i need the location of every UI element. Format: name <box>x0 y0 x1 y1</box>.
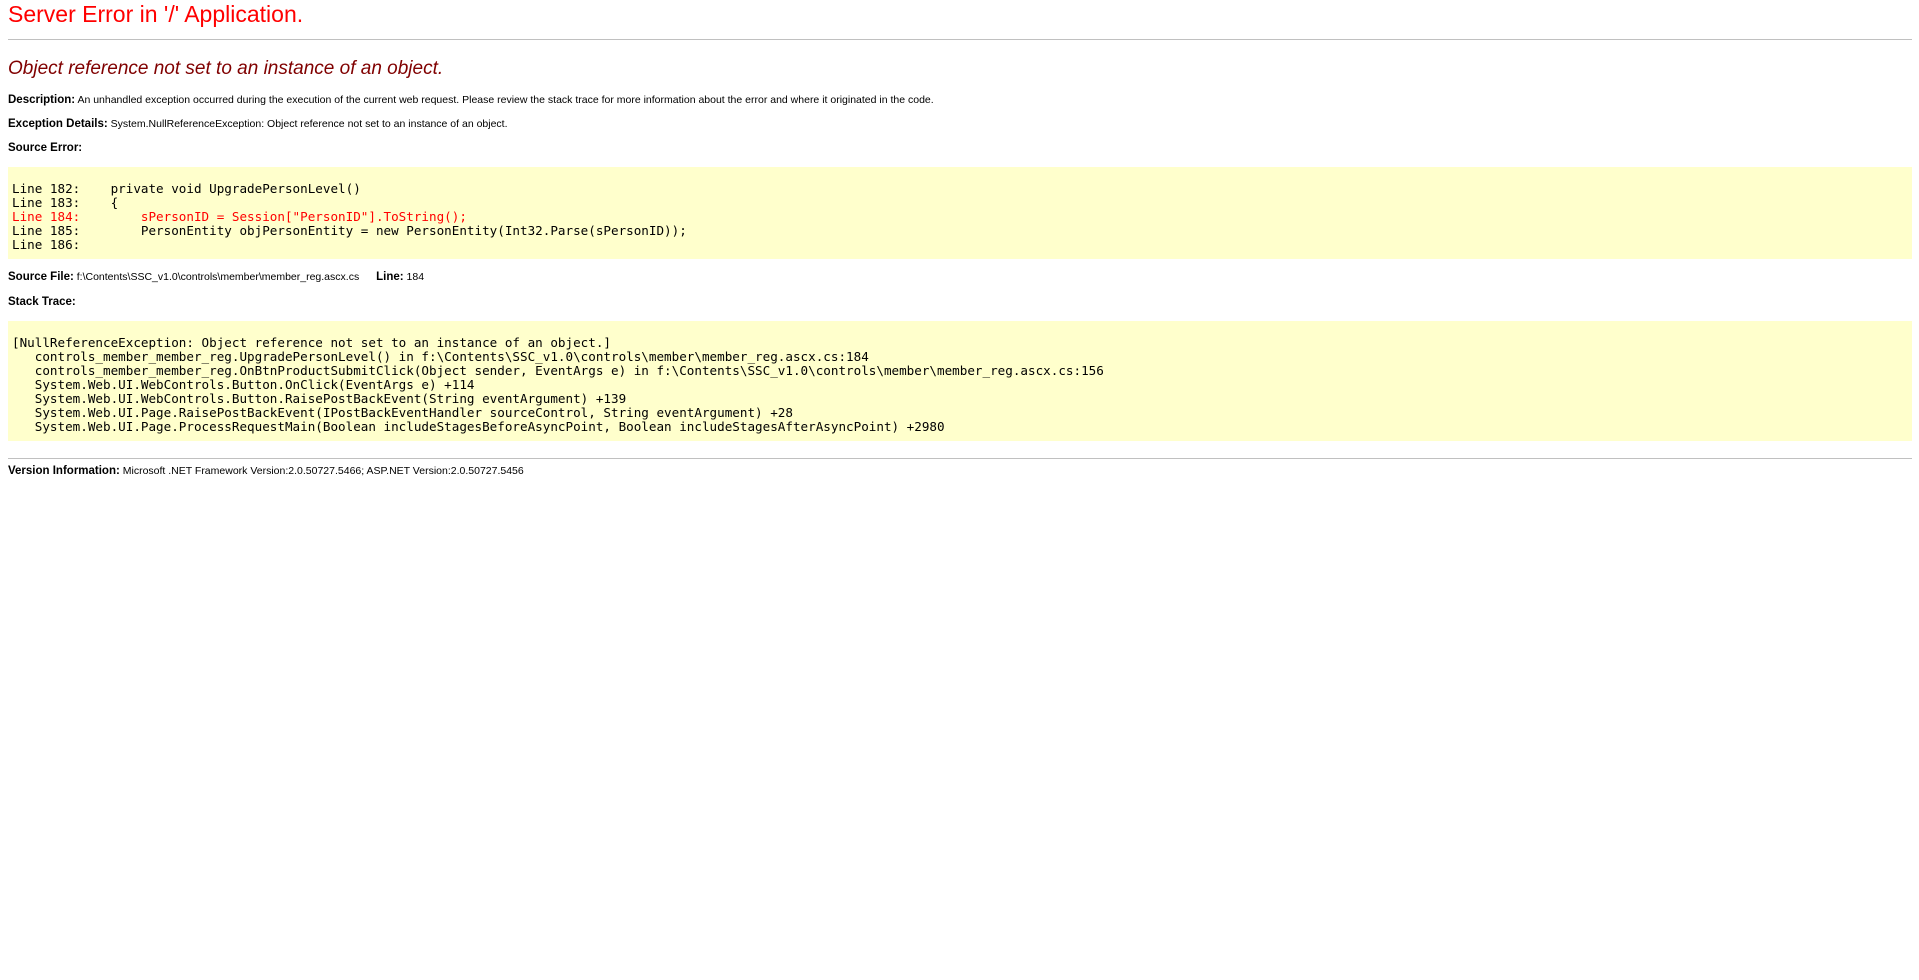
stack-trace-line: controls_member_member_reg.OnBtnProductS… <box>12 363 1104 378</box>
source-file-path: f:\Contents\SSC_v1.0\controls\member\mem… <box>76 271 360 283</box>
stack-trace-line: System.Web.UI.Page.RaisePostBackEvent(IP… <box>12 405 793 420</box>
stack-trace-line: System.Web.UI.WebControls.Button.RaisePo… <box>12 391 627 406</box>
stack-trace-heading: Stack Trace: <box>8 296 1912 309</box>
source-code-line: Line 183: { <box>12 195 119 210</box>
source-code-line: Line 185: PersonEntity objPersonEntity =… <box>12 223 687 238</box>
stack-trace-line: [NullReferenceException: Object referenc… <box>12 335 611 350</box>
divider <box>8 458 1912 459</box>
stack-trace-label: Stack Trace: <box>8 296 76 308</box>
stack-trace-line: System.Web.UI.Page.ProcessRequestMain(Bo… <box>12 419 945 434</box>
description-label: Description: <box>8 94 76 106</box>
exception-details-text: System.NullReferenceException: Object re… <box>110 118 508 130</box>
source-code-line-highlighted: Line 184: sPersonID = Session["PersonID"… <box>12 209 467 224</box>
description: Description: An unhandled exception occu… <box>8 94 1912 107</box>
divider <box>8 39 1912 40</box>
source-file: Source File: f:\Contents\SSC_v1.0\contro… <box>8 271 1912 284</box>
error-page: Server Error in '/' Application. Object … <box>0 0 1912 478</box>
source-error-label: Source Error: <box>8 142 83 154</box>
line-label: Line: <box>376 271 404 283</box>
stack-trace-line: controls_member_member_reg.UpgradePerson… <box>12 349 869 364</box>
source-code-line: Line 182: private void UpgradePersonLeve… <box>12 181 361 196</box>
description-text: An unhandled exception occurred during t… <box>77 94 934 106</box>
error-message: Object reference not set to an instance … <box>8 58 444 79</box>
exception-details-label: Exception Details: <box>8 118 108 130</box>
source-error-heading: Source Error: <box>8 142 1912 155</box>
exception-details: Exception Details: System.NullReferenceE… <box>8 118 1912 131</box>
source-file-label: Source File: <box>8 271 74 283</box>
line-number: 184 <box>406 271 425 283</box>
version-information-label: Version Information: <box>8 465 120 477</box>
stack-trace-line: System.Web.UI.WebControls.Button.OnClick… <box>12 377 475 392</box>
version-information: Version Information: Microsoft .NET Fram… <box>8 465 1912 478</box>
page-title: Server Error in '/' Application. <box>8 1 304 27</box>
version-information-text: Microsoft .NET Framework Version:2.0.507… <box>122 465 524 477</box>
source-code-line: Line 186: <box>12 237 81 252</box>
stack-trace-code[interactable]: [NullReferenceException: Object referenc… <box>8 321 1912 441</box>
source-error-code[interactable]: Line 182: private void UpgradePersonLeve… <box>8 167 1912 259</box>
